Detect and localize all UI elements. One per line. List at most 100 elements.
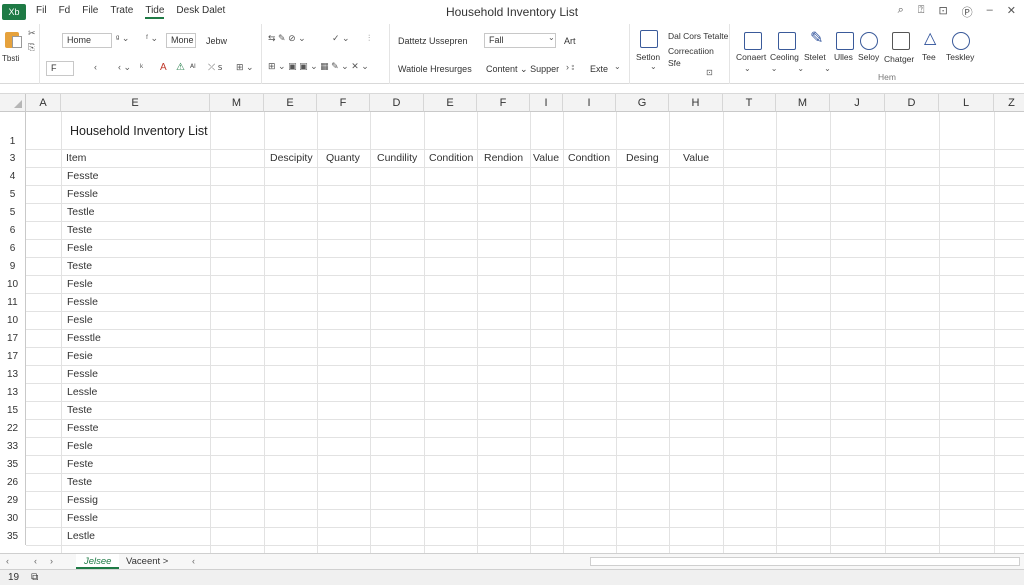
item-cell[interactable]: Feste bbox=[67, 458, 93, 470]
column-header[interactable]: L bbox=[939, 94, 994, 112]
search-icon[interactable]: ⌕ bbox=[898, 4, 904, 20]
seloy-button[interactable]: Seloy bbox=[858, 52, 879, 62]
ulles-button[interactable]: Ulles bbox=[834, 52, 853, 62]
row-header[interactable]: 10 bbox=[0, 311, 26, 329]
seloy-icon[interactable] bbox=[860, 32, 878, 50]
column-header[interactable]: D bbox=[885, 94, 939, 112]
column-title-cell[interactable]: Desing bbox=[626, 152, 659, 164]
column-header[interactable]: F bbox=[317, 94, 370, 112]
column-header[interactable]: F bbox=[477, 94, 530, 112]
font-shrink-icon[interactable]: ᶠ ⌄ bbox=[146, 33, 158, 44]
text-effect-icon[interactable]: ᴬᴵ bbox=[190, 62, 196, 72]
item-cell[interactable]: Lestle bbox=[67, 530, 95, 542]
indent-icon[interactable]: ⇆ ✎ ⊘ ⌄ bbox=[268, 33, 306, 44]
chatger-button[interactable]: Chatger bbox=[884, 54, 914, 64]
column-header[interactable]: E bbox=[424, 94, 477, 112]
column-title-cell[interactable]: Rendion bbox=[484, 152, 523, 164]
check-icon[interactable]: ✓ ⌄ bbox=[332, 33, 350, 44]
item-cell[interactable]: Fesle bbox=[67, 278, 93, 290]
row-header[interactable]: 1 bbox=[0, 112, 26, 149]
profile-icon[interactable]: Ⓟ bbox=[962, 4, 973, 20]
row-header[interactable]: 11 bbox=[0, 293, 26, 311]
row-header[interactable]: 35 bbox=[0, 455, 26, 473]
item-cell[interactable]: Fessig bbox=[67, 494, 98, 506]
horizontal-scrollbar[interactable] bbox=[590, 557, 1020, 566]
cell-reference-box[interactable]: F bbox=[46, 61, 74, 76]
row-header[interactable]: 22 bbox=[0, 419, 26, 437]
tab-nav-prev-icon[interactable]: ‹ bbox=[34, 556, 37, 566]
column-title-cell[interactable]: Condtion bbox=[568, 152, 610, 164]
column-header[interactable]: A bbox=[26, 94, 61, 112]
pen-icon[interactable]: ✎ bbox=[810, 28, 823, 48]
number-extra[interactable]: Art bbox=[564, 36, 576, 46]
column-header[interactable]: Z bbox=[994, 94, 1024, 112]
cells-chevron-icon[interactable]: ⌄ bbox=[650, 62, 657, 71]
column-header[interactable]: I bbox=[530, 94, 563, 112]
merge-icon[interactable]: ⊞ ⌄ ▣ ▣ ⌄ ▦ ✎ ⌄ ✕ ⌄ bbox=[268, 61, 369, 72]
stelet-button[interactable]: Stelet bbox=[804, 52, 826, 62]
formula-bar[interactable] bbox=[0, 84, 1024, 94]
sheet-tab-active[interactable]: Jelsee bbox=[76, 554, 120, 569]
row-header[interactable]: 35 bbox=[0, 527, 26, 545]
help-icon[interactable]: ⍰ bbox=[918, 4, 925, 20]
style-text[interactable]: Jebw bbox=[206, 36, 227, 46]
tab-nav-first-icon[interactable]: ‹ bbox=[6, 556, 9, 566]
sheet-title-cell[interactable]: Household Inventory List bbox=[70, 124, 208, 138]
column-header[interactable]: M bbox=[210, 94, 264, 112]
column-header[interactable]: J bbox=[830, 94, 885, 112]
align-right-icon[interactable]: ‹ ⌄ bbox=[118, 62, 131, 73]
item-cell[interactable]: Teste bbox=[67, 224, 92, 236]
row-header[interactable]: 17 bbox=[0, 329, 26, 347]
select-all-corner[interactable] bbox=[0, 94, 26, 112]
item-cell[interactable]: Teste bbox=[67, 260, 92, 272]
column-header[interactable]: H bbox=[669, 94, 723, 112]
number-format-chevron-icon[interactable]: ⌄ bbox=[548, 33, 555, 42]
menu-item-0[interactable]: Fil bbox=[36, 5, 47, 19]
row-header[interactable]: 6 bbox=[0, 239, 26, 257]
column-header[interactable]: T bbox=[723, 94, 776, 112]
row-header[interactable]: 6 bbox=[0, 221, 26, 239]
column-header[interactable]: M bbox=[776, 94, 830, 112]
column-header[interactable]: E bbox=[264, 94, 317, 112]
column-title-cell[interactable]: Value bbox=[683, 152, 709, 164]
font-name-dropdown[interactable]: Home bbox=[62, 33, 112, 48]
row-header[interactable]: 9 bbox=[0, 257, 26, 275]
item-cell[interactable]: Teste bbox=[67, 476, 92, 488]
column-header[interactable]: E bbox=[61, 94, 210, 112]
column-header[interactable]: I bbox=[563, 94, 616, 112]
row-header[interactable]: 30 bbox=[0, 509, 26, 527]
triangle-icon[interactable]: △ bbox=[924, 28, 936, 48]
column-header[interactable]: D bbox=[370, 94, 424, 112]
column-title-cell[interactable]: Quanty bbox=[326, 152, 360, 164]
column-header[interactable]: G bbox=[616, 94, 669, 112]
menu-item-5[interactable]: Desk Dalet bbox=[176, 5, 225, 19]
column-title-cell[interactable]: Condition bbox=[429, 152, 473, 164]
spreadsheet-grid[interactable]: A E M E F D E F I I G H T M J D L Z 1 3 4 5 5 6 6 9 10 11 10 17 17 13 13… bbox=[0, 94, 1024, 553]
font-size-dropdown[interactable]: Mone bbox=[166, 33, 196, 48]
ceoling-icon[interactable] bbox=[778, 32, 796, 50]
row-header[interactable]: 10 bbox=[0, 275, 26, 293]
item-cell[interactable]: Fesstle bbox=[67, 332, 101, 344]
copy-icon[interactable]: ⎘ bbox=[28, 42, 35, 53]
item-cell[interactable]: Fesle bbox=[67, 440, 93, 452]
ceoling-button[interactable]: Ceoling bbox=[770, 52, 799, 62]
item-cell[interactable]: Testle bbox=[67, 206, 94, 218]
close-icon[interactable]: ✕ bbox=[1007, 4, 1016, 20]
minimize-icon[interactable]: – bbox=[987, 4, 993, 20]
italic-icon[interactable]: ᵏ bbox=[140, 62, 143, 72]
editing-chevron-icon[interactable]: ⌄ ⌄ ⌄ ⌄ bbox=[744, 64, 831, 73]
display-icon[interactable]: ⊡ bbox=[938, 4, 947, 20]
row-header[interactable]: 4 bbox=[0, 167, 26, 185]
column-title-cell[interactable]: Item bbox=[66, 152, 86, 164]
item-cell[interactable]: Fessle bbox=[67, 368, 98, 380]
row-header[interactable]: 13 bbox=[0, 365, 26, 383]
row-header[interactable]: 3 bbox=[0, 149, 26, 167]
column-title-cell[interactable]: Cundility bbox=[377, 152, 417, 164]
format-cell-icon[interactable] bbox=[640, 30, 658, 48]
column-title-cell[interactable]: Value bbox=[533, 152, 559, 164]
borders-icon[interactable]: ⊞ ⌄ bbox=[236, 62, 254, 73]
row-header[interactable]: 26 bbox=[0, 473, 26, 491]
row-header[interactable]: 13 bbox=[0, 383, 26, 401]
number-format-dropdown[interactable]: Fall bbox=[484, 33, 556, 48]
teskley-button[interactable]: Teskley bbox=[946, 52, 974, 62]
